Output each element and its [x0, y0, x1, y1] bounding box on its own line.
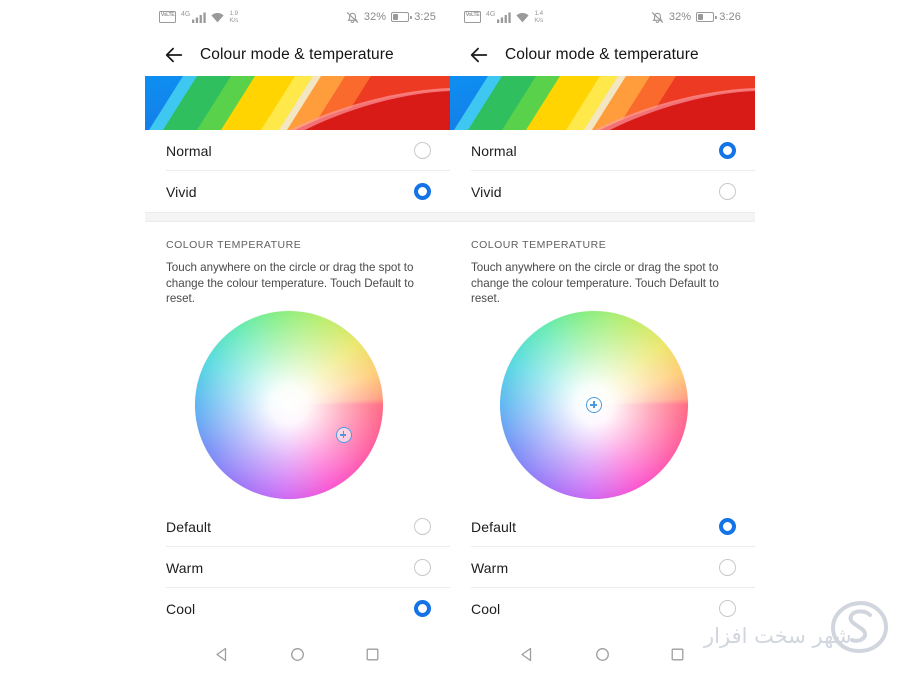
mode-label-normal: Normal [471, 142, 517, 159]
temp-row-warm[interactable]: Warm [450, 547, 755, 588]
network-type-label: 4G [486, 10, 496, 18]
section-title-colour-temperature: COLOUR TEMPERATURE [166, 239, 302, 251]
navigation-bar [450, 633, 755, 675]
nav-home-icon[interactable] [289, 646, 306, 663]
clock-label: 3:26 [719, 11, 741, 23]
phone-screen-left: VoLTE 4G 1.9 K/s 32% 3:25 Colour mode & … [145, 0, 450, 675]
mode-label-vivid: Vivid [471, 183, 502, 200]
mode-row-normal[interactable]: Normal [450, 130, 755, 171]
colour-wheel-gradient[interactable] [195, 311, 383, 499]
section-separator-band [145, 212, 450, 222]
colour-mode-banner [450, 76, 755, 130]
nav-recents-icon[interactable] [364, 646, 381, 663]
temp-label-default: Default [471, 518, 517, 535]
temp-label-warm: Warm [166, 559, 204, 576]
network-speed-indicator: 1.4 K/s [534, 10, 543, 24]
mode-row-vivid[interactable]: Vivid [450, 171, 755, 212]
temp-label-warm: Warm [471, 559, 509, 576]
mode-row-normal[interactable]: Normal [145, 130, 450, 171]
temp-label-default: Default [166, 518, 212, 535]
colour-mode-banner [145, 76, 450, 130]
mode-label-normal: Normal [166, 142, 212, 159]
clock-label: 3:25 [414, 11, 436, 23]
mode-radio-normal[interactable] [719, 142, 736, 159]
status-bar: VoLTE 4G 1.4 K/s 32% 3:26 [450, 0, 755, 34]
app-bar: Colour mode & temperature [450, 34, 755, 76]
section-description: Touch anywhere on the circle or drag the… [471, 261, 719, 305]
temp-row-cool[interactable]: Cool [145, 588, 450, 629]
wifi-icon [516, 12, 529, 22]
temp-row-default[interactable]: Default [450, 506, 755, 547]
network-type-label: 4G [181, 10, 191, 18]
signal-bars-icon [192, 12, 207, 23]
colour-temperature-list: Default Warm Cool [145, 506, 450, 629]
status-bar-left-icons: VoLTE 4G 1.4 K/s [464, 10, 543, 24]
signal-bars-icon [497, 12, 512, 23]
ringer-mute-icon [346, 11, 359, 23]
colour-mode-list: Normal Vivid [145, 130, 450, 212]
section-separator-band [450, 212, 755, 222]
page-title: Colour mode & temperature [200, 46, 394, 63]
temp-radio-cool[interactable] [719, 600, 736, 617]
section-title-colour-temperature: COLOUR TEMPERATURE [471, 239, 607, 251]
battery-icon [391, 12, 412, 22]
battery-percent-label: 32% [363, 11, 387, 23]
colour-wheel-spot-handle[interactable] [335, 427, 352, 444]
mode-radio-normal[interactable] [414, 142, 431, 159]
network-speed-unit: K/s [534, 17, 544, 24]
phone-screen-right: VoLTE 4G 1.4 K/s 32% 3:26 Colour mode & … [450, 0, 755, 675]
mode-radio-vivid[interactable] [414, 183, 431, 200]
nav-back-icon[interactable] [519, 646, 536, 663]
temp-label-cool: Cool [166, 600, 196, 617]
nav-recents-icon[interactable] [669, 646, 686, 663]
temp-row-cool[interactable]: Cool [450, 588, 755, 629]
page-title: Colour mode & temperature [505, 46, 699, 63]
network-speed-value: 1.9 [229, 10, 239, 17]
temp-row-default[interactable]: Default [145, 506, 450, 547]
temp-radio-default[interactable] [414, 518, 431, 535]
mode-label-vivid: Vivid [166, 183, 197, 200]
network-speed-indicator: 1.9 K/s [229, 10, 238, 24]
colour-temperature-wheel[interactable] [500, 311, 688, 499]
navigation-bar [145, 633, 450, 675]
status-bar-right-icons: 32% 3:26 [651, 11, 741, 24]
network-speed-unit: K/s [229, 17, 239, 24]
ringer-mute-icon [651, 11, 664, 23]
colour-temperature-wheel[interactable] [195, 311, 383, 499]
battery-icon [696, 12, 717, 22]
screenshot-canvas: VoLTE 4G 1.9 K/s 32% 3:25 Colour mode & … [0, 0, 900, 675]
back-arrow-icon[interactable] [163, 44, 185, 66]
network-speed-value: 1.4 [534, 10, 544, 17]
colour-wheel-spot-handle[interactable] [586, 397, 602, 413]
colour-mode-list: Normal Vivid [450, 130, 755, 212]
temp-radio-default[interactable] [719, 518, 736, 535]
temp-label-cool: Cool [471, 600, 501, 617]
status-bar: VoLTE 4G 1.9 K/s 32% 3:25 [145, 0, 450, 34]
battery-percent-label: 32% [668, 11, 692, 23]
volte-icon: VoLTE [159, 11, 176, 23]
nav-home-icon[interactable] [594, 646, 611, 663]
mode-row-vivid[interactable]: Vivid [145, 171, 450, 212]
colour-temperature-list: Default Warm Cool [450, 506, 755, 629]
mode-radio-vivid[interactable] [719, 183, 736, 200]
app-bar: Colour mode & temperature [145, 34, 450, 76]
wifi-icon [211, 12, 224, 22]
temp-radio-warm[interactable] [414, 559, 431, 576]
status-bar-left-icons: VoLTE 4G 1.9 K/s [159, 10, 238, 24]
section-description: Touch anywhere on the circle or drag the… [166, 261, 414, 305]
temp-radio-cool[interactable] [414, 600, 431, 617]
temp-radio-warm[interactable] [719, 559, 736, 576]
temp-row-warm[interactable]: Warm [145, 547, 450, 588]
status-bar-right-icons: 32% 3:25 [346, 11, 436, 24]
volte-icon: VoLTE [464, 11, 481, 23]
nav-back-icon[interactable] [214, 646, 231, 663]
back-arrow-icon[interactable] [468, 44, 490, 66]
